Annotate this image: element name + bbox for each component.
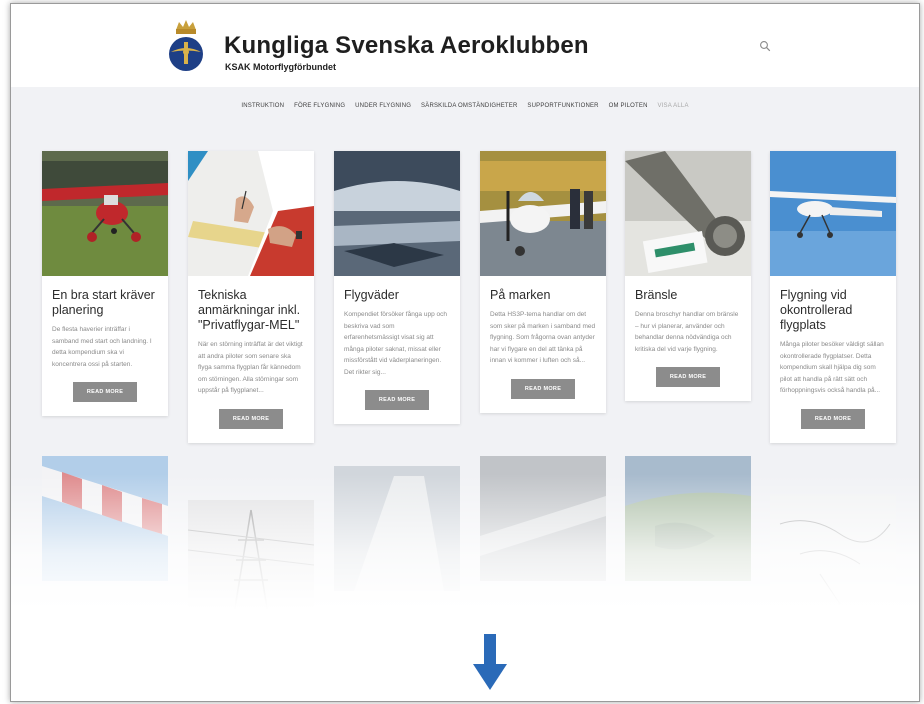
article-card: Flygväder Kompendiet försöker fånga upp … [334,151,460,424]
nav-item-supportfunktioner[interactable]: SUPPORTFUNKTIONER [527,103,598,109]
card-excerpt: Denna broschyr handlar om bränsle – hur … [635,311,739,353]
card-image-ultralight-airplane[interactable] [770,151,896,276]
read-more-button[interactable]: READ MORE [365,390,429,410]
read-more-button[interactable]: READ MORE [219,408,283,429]
card-image-writing-logbook[interactable] [188,151,314,276]
card-excerpt: De flesta haverier inträffar i samband m… [52,326,152,368]
card-excerpt: Kompendiet försöker fånga upp och beskri… [344,311,447,376]
nav-item-sarskilda-omstandigheter[interactable]: SÄRSKILDA OMSTÄNDIGHETER [421,103,518,109]
read-more-button[interactable]: READ MORE [511,378,575,399]
site-header: Kungliga Svenska Aeroklubben KSAK Motorf… [11,4,919,87]
article-card: En bra start kräver planering De flesta … [42,151,168,416]
card-image-fuel-nozzle[interactable] [625,151,751,276]
fade-overlay [11,474,919,701]
main-nav: INSTRUKTION FÖRE FLYGNING UNDER FLYGNING… [11,103,919,109]
card-title[interactable]: Bränsle [635,288,741,303]
site-title[interactable]: Kungliga Svenska Aeroklubben [224,32,589,60]
card-excerpt: Många piloter besöker väldigt sällan oko… [780,341,884,394]
ksak-logo[interactable] [167,16,205,74]
card-title[interactable]: En bra start kräver planering [52,288,158,318]
browser-frame: Kungliga Svenska Aeroklubben KSAK Motorf… [10,3,920,702]
card-title[interactable]: Flygning vid okontrollerad flygplats [780,288,886,333]
search-icon[interactable] [759,40,771,52]
card-excerpt: När en störning inträffat är det viktigt… [198,341,303,394]
read-more-button[interactable]: READ MORE [801,408,865,429]
nav-item-fore-flygning[interactable]: FÖRE FLYGNING [294,103,345,109]
card-title[interactable]: Tekniska anmärkningar inkl. "Privatflyga… [198,288,304,333]
article-card: Tekniska anmärkningar inkl. "Privatflyga… [188,151,314,443]
card-title[interactable]: Flygväder [344,288,450,303]
read-more-button[interactable]: READ MORE [73,382,137,402]
nav-item-visa-alla[interactable]: VISA ALLA [657,103,688,109]
read-more-button[interactable]: READ MORE [656,367,720,387]
card-image-cockpit-weather[interactable] [334,151,460,276]
nav-item-under-flygning[interactable]: UNDER FLYGNING [355,103,411,109]
article-card: Bränsle Denna broschyr handlar om bränsl… [625,151,751,401]
article-card: På marken Detta HS3P-tema handlar om det… [480,151,606,413]
article-card: Flygning vid okontrollerad flygplats Mån… [770,151,896,443]
card-image-ground-operations[interactable] [480,151,606,276]
card-image-red-airplane[interactable] [42,151,168,276]
site-subtitle: KSAK Motorflygförbundet [225,62,336,72]
nav-item-instruktion[interactable]: INSTRUKTION [241,103,284,109]
card-title[interactable]: På marken [490,288,596,303]
arrow-down-icon [473,634,507,690]
card-excerpt: Detta HS3P-tema handlar om det som sker … [490,311,596,364]
nav-item-om-piloten[interactable]: OM PILOTEN [609,103,648,109]
